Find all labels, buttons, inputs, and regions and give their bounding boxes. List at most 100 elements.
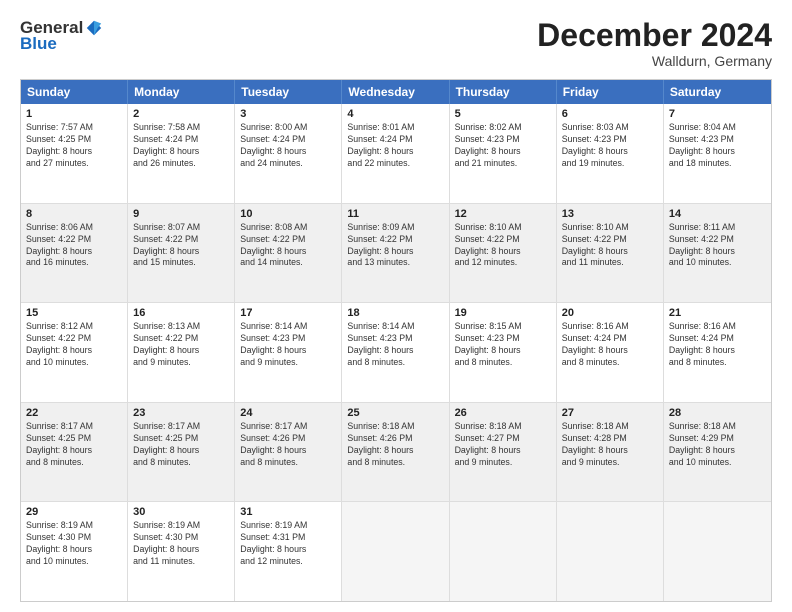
calendar-cell: 12Sunrise: 8:10 AM Sunset: 4:22 PM Dayli… bbox=[450, 204, 557, 303]
calendar-header: SundayMondayTuesdayWednesdayThursdayFrid… bbox=[21, 80, 771, 104]
cell-info: Sunrise: 8:08 AM Sunset: 4:22 PM Dayligh… bbox=[240, 222, 336, 270]
page: General Blue December 2024 Walldurn, Ger… bbox=[0, 0, 792, 612]
day-number: 6 bbox=[562, 108, 658, 120]
day-number: 15 bbox=[26, 307, 122, 319]
day-number: 8 bbox=[26, 208, 122, 220]
cell-info: Sunrise: 8:11 AM Sunset: 4:22 PM Dayligh… bbox=[669, 222, 766, 270]
day-number: 17 bbox=[240, 307, 336, 319]
day-number: 4 bbox=[347, 108, 443, 120]
calendar-cell: 28 Sunrise: 8:18 AM Sunset: 4:29 PM Dayli… bbox=[664, 403, 771, 502]
cell-info: Sunrise: 8:16 AM Sunset: 4:24 PM Dayligh… bbox=[669, 321, 766, 369]
calendar-cell bbox=[342, 502, 449, 601]
calendar-cell: 30Sunrise: 8:19 AM Sunset: 4:30 PM Dayli… bbox=[128, 502, 235, 601]
cell-info: Sunrise: 8:18 AM Sunset: 4:29 PM Dayligh… bbox=[669, 421, 766, 469]
header-day: Monday bbox=[128, 80, 235, 104]
calendar-row: 8 Sunrise: 8:06 AM Sunset: 4:22 PM Daylig… bbox=[21, 203, 771, 303]
calendar: SundayMondayTuesdayWednesdayThursdayFrid… bbox=[20, 79, 772, 602]
cell-info: Sunrise: 8:16 AM Sunset: 4:24 PM Dayligh… bbox=[562, 321, 658, 369]
cell-info: Sunrise: 8:14 AM Sunset: 4:23 PM Dayligh… bbox=[347, 321, 443, 369]
calendar-cell: 4Sunrise: 8:01 AM Sunset: 4:24 PM Daylig… bbox=[342, 104, 449, 203]
calendar-cell: 22 Sunrise: 8:17 AM Sunset: 4:25 PM Dayli… bbox=[21, 403, 128, 502]
day-number: 27 bbox=[562, 407, 658, 419]
header-day: Thursday bbox=[450, 80, 557, 104]
calendar-row: 29 Sunrise: 8:19 AM Sunset: 4:30 PM Dayli… bbox=[21, 501, 771, 601]
calendar-cell: 26Sunrise: 8:18 AM Sunset: 4:27 PM Dayli… bbox=[450, 403, 557, 502]
day-number: 24 bbox=[240, 407, 336, 419]
calendar-cell: 1 Sunrise: 7:57 AM Sunset: 4:25 PM Daylig… bbox=[21, 104, 128, 203]
day-number: 20 bbox=[562, 307, 658, 319]
cell-info: Sunrise: 8:02 AM Sunset: 4:23 PM Dayligh… bbox=[455, 122, 551, 170]
calendar-cell: 14 Sunrise: 8:11 AM Sunset: 4:22 PM Dayli… bbox=[664, 204, 771, 303]
title-block: December 2024 Walldurn, Germany bbox=[537, 18, 772, 69]
calendar-cell: 17Sunrise: 8:14 AM Sunset: 4:23 PM Dayli… bbox=[235, 303, 342, 402]
calendar-cell: 9Sunrise: 8:07 AM Sunset: 4:22 PM Daylig… bbox=[128, 204, 235, 303]
cell-info: Sunrise: 8:10 AM Sunset: 4:22 PM Dayligh… bbox=[562, 222, 658, 270]
calendar-cell: 13 Sunrise: 8:10 AM Sunset: 4:22 PM Dayli… bbox=[557, 204, 664, 303]
cell-info: Sunrise: 8:06 AM Sunset: 4:22 PM Dayligh… bbox=[26, 222, 122, 270]
calendar-cell: 23 Sunrise: 8:17 AM Sunset: 4:25 PM Dayli… bbox=[128, 403, 235, 502]
cell-info: Sunrise: 8:19 AM Sunset: 4:31 PM Dayligh… bbox=[240, 520, 336, 568]
calendar-row: 15 Sunrise: 8:12 AM Sunset: 4:22 PM Dayli… bbox=[21, 302, 771, 402]
logo: General Blue bbox=[20, 18, 103, 54]
calendar-cell: 29 Sunrise: 8:19 AM Sunset: 4:30 PM Dayli… bbox=[21, 502, 128, 601]
calendar-body: 1 Sunrise: 7:57 AM Sunset: 4:25 PM Daylig… bbox=[21, 104, 771, 601]
day-number: 22 bbox=[26, 407, 122, 419]
calendar-cell: 6Sunrise: 8:03 AM Sunset: 4:23 PM Daylig… bbox=[557, 104, 664, 203]
cell-info: Sunrise: 8:07 AM Sunset: 4:22 PM Dayligh… bbox=[133, 222, 229, 270]
cell-info: Sunrise: 7:57 AM Sunset: 4:25 PM Dayligh… bbox=[26, 122, 122, 170]
calendar-cell: 3 Sunrise: 8:00 AM Sunset: 4:24 PM Daylig… bbox=[235, 104, 342, 203]
day-number: 31 bbox=[240, 506, 336, 518]
location: Walldurn, Germany bbox=[537, 53, 772, 69]
cell-info: Sunrise: 8:18 AM Sunset: 4:28 PM Dayligh… bbox=[562, 421, 658, 469]
calendar-cell: 16Sunrise: 8:13 AM Sunset: 4:22 PM Dayli… bbox=[128, 303, 235, 402]
day-number: 18 bbox=[347, 307, 443, 319]
day-number: 26 bbox=[455, 407, 551, 419]
calendar-cell bbox=[450, 502, 557, 601]
day-number: 16 bbox=[133, 307, 229, 319]
day-number: 1 bbox=[26, 108, 122, 120]
calendar-cell: 11Sunrise: 8:09 AM Sunset: 4:22 PM Dayli… bbox=[342, 204, 449, 303]
logo-blue: Blue bbox=[20, 34, 57, 54]
day-number: 13 bbox=[562, 208, 658, 220]
calendar-cell: 24Sunrise: 8:17 AM Sunset: 4:26 PM Dayli… bbox=[235, 403, 342, 502]
calendar-cell: 27 Sunrise: 8:18 AM Sunset: 4:28 PM Dayli… bbox=[557, 403, 664, 502]
calendar-cell: 2 Sunrise: 7:58 AM Sunset: 4:24 PM Daylig… bbox=[128, 104, 235, 203]
cell-info: Sunrise: 8:15 AM Sunset: 4:23 PM Dayligh… bbox=[455, 321, 551, 369]
header-day: Friday bbox=[557, 80, 664, 104]
calendar-cell: 7Sunrise: 8:04 AM Sunset: 4:23 PM Daylig… bbox=[664, 104, 771, 203]
cell-info: Sunrise: 8:19 AM Sunset: 4:30 PM Dayligh… bbox=[26, 520, 122, 568]
cell-info: Sunrise: 8:17 AM Sunset: 4:25 PM Dayligh… bbox=[133, 421, 229, 469]
calendar-cell: 8 Sunrise: 8:06 AM Sunset: 4:22 PM Daylig… bbox=[21, 204, 128, 303]
month-title: December 2024 bbox=[537, 18, 772, 53]
day-number: 10 bbox=[240, 208, 336, 220]
cell-info: Sunrise: 8:18 AM Sunset: 4:26 PM Dayligh… bbox=[347, 421, 443, 469]
calendar-row: 1 Sunrise: 7:57 AM Sunset: 4:25 PM Daylig… bbox=[21, 104, 771, 203]
day-number: 28 bbox=[669, 407, 766, 419]
header-day: Saturday bbox=[664, 80, 771, 104]
calendar-cell bbox=[557, 502, 664, 601]
calendar-cell: 10 Sunrise: 8:08 AM Sunset: 4:22 PM Dayli… bbox=[235, 204, 342, 303]
header-day: Tuesday bbox=[235, 80, 342, 104]
day-number: 29 bbox=[26, 506, 122, 518]
cell-info: Sunrise: 8:12 AM Sunset: 4:22 PM Dayligh… bbox=[26, 321, 122, 369]
cell-info: Sunrise: 8:00 AM Sunset: 4:24 PM Dayligh… bbox=[240, 122, 336, 170]
calendar-row: 22 Sunrise: 8:17 AM Sunset: 4:25 PM Dayli… bbox=[21, 402, 771, 502]
calendar-cell: 18 Sunrise: 8:14 AM Sunset: 4:23 PM Dayli… bbox=[342, 303, 449, 402]
header-day: Wednesday bbox=[342, 80, 449, 104]
day-number: 23 bbox=[133, 407, 229, 419]
calendar-cell: 15 Sunrise: 8:12 AM Sunset: 4:22 PM Dayli… bbox=[21, 303, 128, 402]
calendar-cell: 31 Sunrise: 8:19 AM Sunset: 4:31 PM Dayli… bbox=[235, 502, 342, 601]
calendar-cell: 20 Sunrise: 8:16 AM Sunset: 4:24 PM Dayli… bbox=[557, 303, 664, 402]
day-number: 14 bbox=[669, 208, 766, 220]
day-number: 3 bbox=[240, 108, 336, 120]
cell-info: Sunrise: 7:58 AM Sunset: 4:24 PM Dayligh… bbox=[133, 122, 229, 170]
day-number: 12 bbox=[455, 208, 551, 220]
header: General Blue December 2024 Walldurn, Ger… bbox=[20, 18, 772, 69]
header-day: Sunday bbox=[21, 80, 128, 104]
day-number: 21 bbox=[669, 307, 766, 319]
calendar-cell: 19Sunrise: 8:15 AM Sunset: 4:23 PM Dayli… bbox=[450, 303, 557, 402]
cell-info: Sunrise: 8:17 AM Sunset: 4:25 PM Dayligh… bbox=[26, 421, 122, 469]
cell-info: Sunrise: 8:09 AM Sunset: 4:22 PM Dayligh… bbox=[347, 222, 443, 270]
day-number: 2 bbox=[133, 108, 229, 120]
cell-info: Sunrise: 8:19 AM Sunset: 4:30 PM Dayligh… bbox=[133, 520, 229, 568]
